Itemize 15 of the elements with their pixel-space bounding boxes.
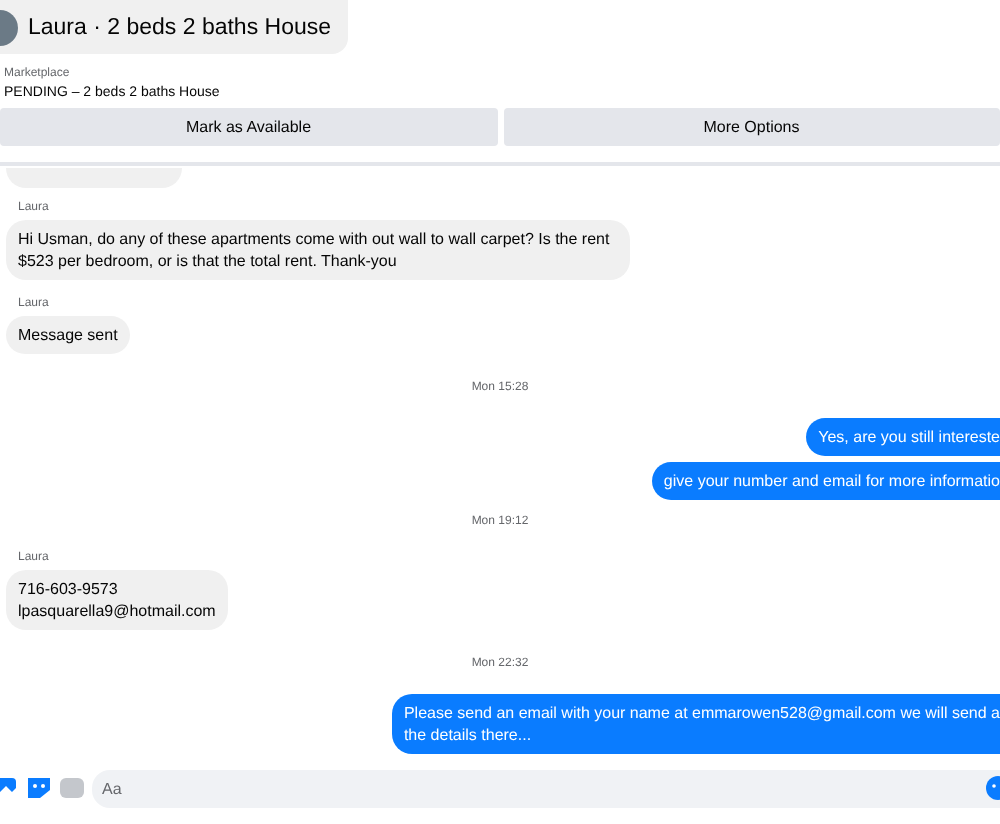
message-bubble: Yes, are you still intereste: [806, 418, 1000, 456]
image-icon[interactable]: [0, 776, 18, 800]
listing-action-button[interactable]: Mark as Available: [0, 108, 497, 146]
message-bubble: 716-603-9573 lpasquarella9@hotmail.com: [6, 570, 228, 630]
listing-action-button[interactable]: More Options: [503, 108, 1000, 146]
message-bubble: give your number and email for more informatio: [651, 462, 1000, 500]
message-bubble: Message sent: [6, 316, 130, 354]
sticker-icon[interactable]: [26, 776, 52, 800]
emoji-icon[interactable]: [980, 775, 1000, 799]
avatar-icon: [0, 7, 20, 47]
message-input[interactable]: Aa: [92, 769, 1000, 807]
message-bubble: Hi Usman, do any of these apartments come with out wall to wall carpet? Is the rent $523 per bedroom, or is that the total rent. Thank-you: [6, 220, 630, 280]
message-bubble: Please send an email with your name at emmarowen528@gmail.com we will send a the details there...: [391, 694, 1000, 754]
chat-title-bar[interactable]: Laura · 2 beds 2 baths House: [0, 0, 348, 54]
chat-title: Laura · 2 beds 2 baths House: [28, 15, 332, 39]
